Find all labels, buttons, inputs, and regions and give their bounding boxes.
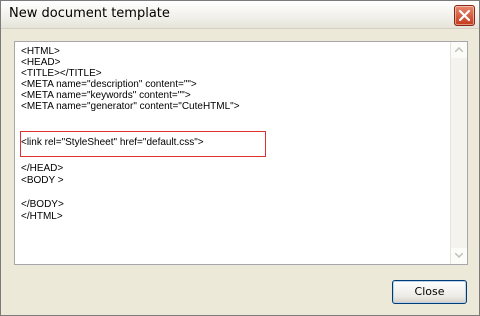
code-line: </HTML>: [21, 211, 63, 222]
close-button[interactable]: Close: [392, 280, 467, 304]
arrow-up-icon: [455, 47, 463, 52]
code-line: <BODY >: [21, 175, 64, 186]
dialog-window: New document template <HTML> <HEAD> <TIT…: [0, 0, 480, 316]
title-bar: New document template: [1, 1, 479, 29]
vertical-scrollbar[interactable]: [450, 42, 467, 264]
template-editor[interactable]: <HTML> <HEAD> <TITLE></TITLE> <META name…: [14, 41, 468, 265]
scroll-up-button[interactable]: [451, 42, 467, 58]
arrow-down-icon: [455, 253, 463, 258]
code-line: </BODY>: [21, 199, 64, 210]
close-x-icon[interactable]: [454, 5, 475, 26]
code-line-highlighted: <link rel="StyleSheet" href="default.css…: [21, 137, 204, 148]
code-line: </HEAD>: [21, 163, 64, 174]
code-text-area[interactable]: <HTML> <HEAD> <TITLE></TITLE> <META name…: [15, 42, 451, 264]
code-line: <META name="generator" content="CuteHTML…: [21, 101, 240, 112]
dialog-title: New document template: [9, 6, 170, 21]
scroll-down-button[interactable]: [451, 248, 467, 264]
